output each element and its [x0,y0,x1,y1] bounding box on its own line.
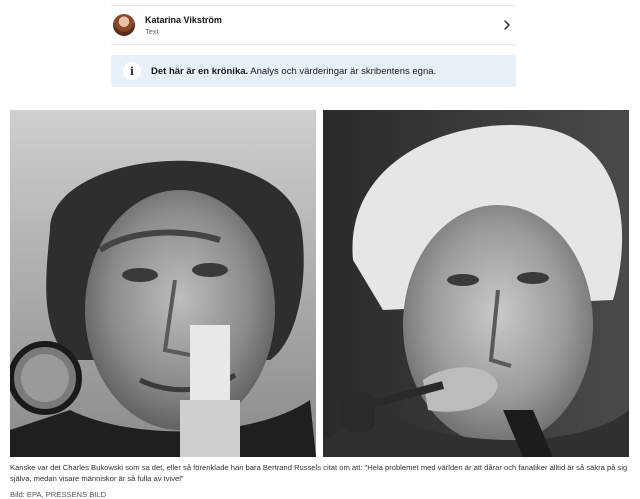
photo-bukowski [10,110,316,457]
info-icon: i [123,62,141,80]
opinion-notice: i Det här är en krönika. Analys och värd… [111,55,516,87]
notice-text: Det här är en krönika. Analys och värder… [151,66,436,77]
photo-russell [323,110,629,457]
author-info: Katarina Vikström Text [145,14,500,37]
author-avatar [113,14,135,36]
image-credit: Bild: EPA, PRESSENS BILD [10,490,107,499]
author-name: Katarina Vikström [145,14,222,25]
notice-bold: Det här är en krönika. [151,65,249,77]
author-byline[interactable]: Katarina Vikström Text [111,5,516,45]
chevron-right-icon[interactable] [500,18,514,32]
author-role: Text [145,26,159,36]
image-caption: Kanske var det Charles Bukowski som sa d… [10,463,628,483]
notice-body: Analys och värderingar är skribentens eg… [248,65,437,77]
